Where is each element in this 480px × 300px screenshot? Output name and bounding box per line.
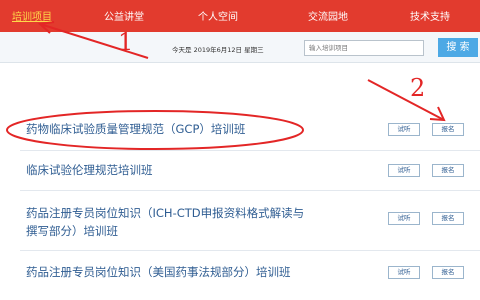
highlight-ellipse: [6, 110, 304, 150]
arrow-2: [367, 79, 445, 121]
annotation-label-2: 2: [410, 74, 425, 102]
annotation-label-1: 1: [118, 28, 133, 56]
annotation-overlay: 1 2: [6, 21, 446, 150]
